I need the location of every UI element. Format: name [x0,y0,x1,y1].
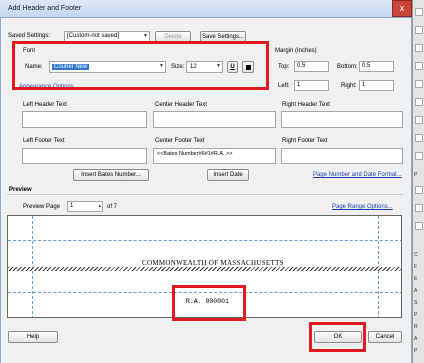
panel-tool-icon[interactable] [415,80,423,88]
left-header-label: Left Header Text [23,102,67,108]
panel-tool-icon[interactable] [415,204,423,212]
panel-tool-icon[interactable] [415,222,423,230]
panel-tool-icon[interactable] [415,186,423,194]
ok-highlight-box [309,322,366,352]
font-highlight-box [12,41,269,90]
help-button[interactable]: Help [8,331,58,343]
window-title: Add Header and Footer [8,5,82,12]
panel-tool-icon[interactable] [415,8,423,16]
panel-glyph[interactable]: S [414,300,417,306]
preview-page-value: 1 [70,203,74,209]
page-number-format-link[interactable]: Page Number and Date Format... [313,172,402,178]
panel-glyph[interactable]: P [414,348,417,354]
margin-bottom-value: 0.5 [362,63,371,69]
panel-tool-icon[interactable] [415,98,423,106]
right-header-label: Right Header Text [282,102,330,108]
center-header-label: Center Header Text [155,102,207,108]
right-header-input[interactable] [281,111,403,128]
margin-guide-top [8,240,401,241]
panel-tool-icon[interactable] [415,26,423,34]
spinner-icon: ▴ [98,203,101,209]
panel-glyph[interactable]: A [414,336,417,342]
left-footer-label: Left Footer Text [23,138,65,144]
center-footer-input[interactable]: <<Bates Number#6#1#R.A. >> [153,148,276,164]
chevron-down-icon: ▼ [143,33,148,39]
left-header-input[interactable] [22,111,147,128]
right-side-panel: P C F E A S P R A P [412,0,424,363]
margin-top-label: Top: [278,64,290,70]
panel-glyph[interactable]: P [414,312,417,318]
panel-glyph[interactable]: E [414,276,417,282]
left-footer-input[interactable] [22,148,147,164]
margin-bottom-label: Bottom: [337,64,358,70]
preview-section-label: Preview [9,187,32,193]
panel-tool-icon[interactable] [415,152,423,160]
right-footer-input[interactable] [281,148,403,164]
preview-page-input[interactable]: 1 ▴ [67,201,103,212]
page-break-icon [8,267,401,271]
title-bar: Add Header and Footer [0,0,412,18]
saved-settings-label: Saved Settings: [8,33,51,39]
margin-left-label: Left: [278,83,290,89]
margin-top-value: 0.5 [297,63,306,69]
panel-glyph[interactable]: R [414,324,418,330]
close-button[interactable]: x [392,0,412,17]
margin-left-value: 1 [297,82,301,88]
margin-group-label: Margin (Inches) [275,48,317,54]
center-header-input[interactable] [153,111,276,128]
panel-tool-icon[interactable] [415,44,423,52]
margin-right-value: 1 [362,82,366,88]
panel-glyph[interactable]: F [414,264,417,270]
margin-left-input[interactable]: 1 [294,80,329,91]
margin-right-label: Right: [341,83,357,89]
document-heading-text: COMMONWEALTH OF MASSACHUSETTS [142,259,284,267]
insert-date-button[interactable]: Insert Date [207,169,249,181]
preview-page-count: of 7 [107,204,118,210]
right-footer-label: Right Footer Text [282,138,328,144]
panel-tool-icon[interactable] [415,134,423,142]
panel-glyph[interactable]: C [414,252,418,258]
preview-divider [7,194,403,195]
panel-glyph[interactable]: P [414,172,417,178]
margin-right-input[interactable]: 1 [359,80,394,91]
margin-top-input[interactable]: 0.5 [294,61,329,72]
center-footer-label: Center Footer Text [155,138,205,144]
bates-highlight-box [172,285,246,321]
panel-tool-icon[interactable] [415,62,423,70]
preview-page-label: Preview Page [23,204,61,210]
cancel-button[interactable]: Cancel [368,331,402,343]
insert-bates-number-button[interactable]: Insert Bates Number... [73,169,149,181]
panel-glyph[interactable]: A [414,288,417,294]
saved-settings-value: [Custom-not saved] [67,33,120,39]
margin-bottom-input[interactable]: 0.5 [359,61,394,72]
page-range-options-link[interactable]: Page Range Options... [332,204,393,210]
panel-tool-icon[interactable] [415,116,423,124]
